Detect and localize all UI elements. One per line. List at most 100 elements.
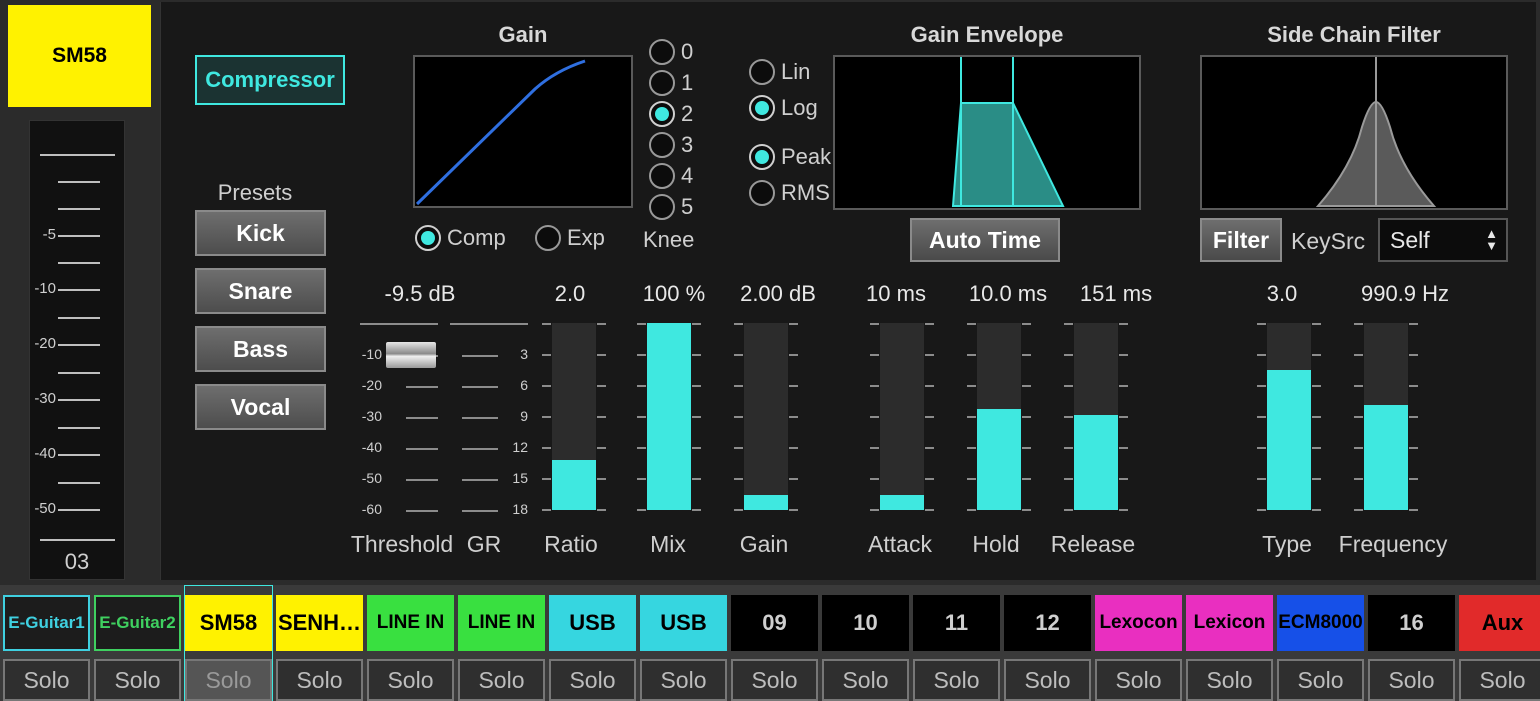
mode-exp-radio[interactable]: Exp [535,225,605,251]
preset-snare-button[interactable]: Snare [195,268,326,314]
fader-scale-tick [1257,354,1266,356]
solo-button[interactable]: Solo [1368,659,1455,701]
knee-3-radio[interactable]: 3 [649,132,693,158]
keysrc-select[interactable]: Self ▲ ▼ [1378,218,1508,262]
gr-tick [462,355,498,357]
solo-button[interactable]: Solo [1186,659,1273,701]
channel-tile[interactable]: Lexocon [1095,595,1182,651]
solo-button[interactable]: Solo [549,659,636,701]
channel-tile[interactable]: LINE IN [367,595,454,651]
channel-tile[interactable]: 11 [913,595,1000,651]
channel-tile[interactable]: USB [640,595,727,651]
solo-button[interactable]: Solo [367,659,454,701]
channel-tile[interactable]: Aux [1459,595,1540,651]
gain-label: Gain [739,531,789,557]
meter-scale-label: -10 [34,280,56,297]
solo-button[interactable]: Solo [731,659,818,701]
mix-fader[interactable] [647,323,691,510]
channel-tile[interactable]: E-Guitar1 [3,595,90,651]
fader-scale-tick [789,509,798,511]
compressor-toggle-button[interactable]: Compressor [195,55,345,105]
fader-scale-tick [692,447,701,449]
channel-number: 03 [64,549,90,574]
release-fader[interactable] [1074,323,1118,510]
solo-button[interactable]: Solo [1277,659,1364,701]
solo-button[interactable]: Solo [276,659,363,701]
channel-tile[interactable]: 12 [1004,595,1091,651]
fader-scale-tick [542,509,551,511]
fader-scale-tick [1119,416,1128,418]
threshold-fader-handle[interactable] [386,342,436,368]
scale-lin-radio[interactable]: Lin [749,59,810,85]
solo-button[interactable]: Solo [913,659,1000,701]
gain-title: Gain [498,22,548,47]
fader-scale-tick [637,323,646,325]
channel-tile[interactable]: 16 [1368,595,1455,651]
attack-fader[interactable] [880,323,924,510]
channel-tile[interactable]: USB [549,595,636,651]
knee-1-radio[interactable]: 1 [649,70,693,96]
gain-value: 2.00 dB [740,281,816,306]
fader-scale-tick [1064,509,1073,511]
fader-scale-tick [1064,385,1073,387]
knee-2-radio[interactable]: 2 [649,101,693,127]
fader-scale-tick [637,354,646,356]
gr-scale-label: 18 [512,501,528,517]
frequency-fader[interactable] [1364,323,1408,510]
auto-time-button[interactable]: Auto Time [910,218,1060,262]
solo-button[interactable]: Solo [458,659,545,701]
knee-0-radio[interactable]: 0 [649,39,693,65]
fader-scale-tick [870,509,879,511]
channel-tile[interactable]: 09 [731,595,818,651]
mode-comp-radio[interactable]: Comp [415,225,506,251]
channel-tile[interactable]: SENH… [276,595,363,651]
solo-button[interactable]: Solo [822,659,909,701]
filter-button[interactable]: Filter [1200,218,1282,262]
fader-scale-tick [789,447,798,449]
gain-fader[interactable] [744,323,788,510]
fader-scale-tick [1354,416,1363,418]
solo-button[interactable]: Solo [1095,659,1182,701]
meter-scale-label: -5 [42,226,56,243]
fader-scale-tick [1409,354,1418,356]
fader-scale-tick [1022,323,1031,325]
frequency-label: Frequency [1338,531,1448,557]
solo-button[interactable]: Solo [1459,659,1540,701]
meter-scale-label: -20 [34,335,56,352]
channel-name-tile[interactable]: SM58 [8,5,151,107]
solo-button[interactable]: Solo [1004,659,1091,701]
solo-button[interactable]: Solo [185,659,272,701]
solo-button[interactable]: Solo [3,659,90,701]
fader-scale-tick [692,323,701,325]
fader-scale-tick [1064,354,1073,356]
envelope-svg [951,57,1065,207]
fader-scale-tick [637,385,646,387]
preset-vocal-button[interactable]: Vocal [195,384,326,430]
envelope-shape [951,102,1065,207]
type-fader[interactable] [1267,323,1311,510]
channel-tile[interactable]: E-Guitar2 [94,595,181,651]
channel-tile[interactable]: SM58 [185,595,272,651]
fader-scale-tick [1022,385,1031,387]
meter-scale-label: -30 [34,390,56,407]
fader-scale-tick [925,323,934,325]
fader-scale-tick [1257,509,1266,511]
detect-peak-radio[interactable]: Peak [749,144,831,170]
knee-5-radio[interactable]: 5 [649,194,693,220]
hold-fader[interactable] [977,323,1021,510]
channel-tile[interactable]: LINE IN [458,595,545,651]
channel-tile[interactable]: 10 [822,595,909,651]
preset-bass-button[interactable]: Bass [195,326,326,372]
detect-rms-radio[interactable]: RMS [749,180,830,206]
channel-tile[interactable]: Lexicon [1186,595,1273,651]
solo-button[interactable]: Solo [640,659,727,701]
fader-scale-tick [1409,478,1418,480]
preset-kick-button[interactable]: Kick [195,210,326,256]
scale-log-radio[interactable]: Log [749,95,818,121]
fader-scale-tick [597,354,606,356]
channel-tile[interactable]: ECM8000 [1277,595,1364,651]
solo-button[interactable]: Solo [94,659,181,701]
knee-4-radio[interactable]: 4 [649,163,693,189]
ratio-fader[interactable] [552,323,596,510]
gr-scale-label: 3 [520,346,528,362]
